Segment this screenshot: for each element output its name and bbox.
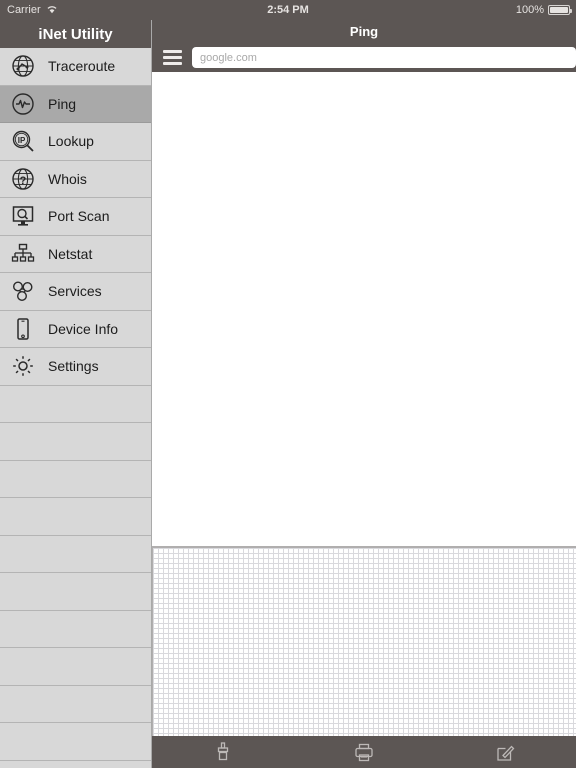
- sidebar-item-port-scan[interactable]: Port Scan: [0, 198, 151, 236]
- page-title: iNet Utility: [0, 20, 151, 48]
- phone-icon: [8, 314, 38, 344]
- sidebar-item-settings[interactable]: Settings: [0, 348, 151, 386]
- battery-percent-label: 100%: [515, 4, 544, 16]
- sidebar-empty-row: [0, 498, 151, 536]
- sidebar-item-label: Lookup: [48, 133, 94, 150]
- sidebar-empty-row: [0, 648, 151, 686]
- sidebar-item-label: Device Info: [48, 320, 119, 337]
- sidebar-nav-list: Traceroute Ping IP Lookup ? Whois Port S…: [0, 48, 151, 386]
- globe-route-icon: [8, 51, 38, 81]
- sidebar-empty-row: [0, 423, 151, 461]
- sidebar-item-services[interactable]: Services: [0, 273, 151, 311]
- sidebar-empty-row: [0, 685, 151, 723]
- address-placeholder: google.com: [200, 51, 257, 64]
- sidebar-item-label: Services: [48, 283, 102, 300]
- status-time: 2:54 PM: [267, 4, 309, 16]
- gear-icon: [8, 351, 38, 381]
- app-root: 2:54 PM Carrier 100% iNet Utility Tracer…: [0, 0, 576, 768]
- sidebar-item-lookup[interactable]: IP Lookup: [0, 123, 151, 161]
- address-toolbar: google.com: [152, 43, 576, 72]
- svg-text:?: ?: [20, 175, 27, 187]
- sidebar-item-whois[interactable]: ? Whois: [0, 160, 151, 198]
- sidebar-empty-row: [0, 723, 151, 761]
- status-bar-right: 100%: [515, 0, 572, 20]
- sidebar-item-ping[interactable]: Ping: [0, 85, 151, 123]
- bottom-toolbar: [152, 736, 576, 768]
- sidebar-item-label: Traceroute: [48, 58, 116, 75]
- status-bar-left: Carrier: [7, 0, 58, 20]
- sidebar: iNet Utility Traceroute Ping IP Lookup ?…: [0, 20, 152, 768]
- monitor-magnifier-icon: [8, 201, 38, 231]
- nav-title: Ping: [349, 24, 379, 39]
- clear-button[interactable]: [152, 736, 293, 768]
- ip-magnifier-icon: IP: [8, 126, 38, 156]
- sidebar-item-label: Port Scan: [48, 208, 110, 225]
- sidebar-item-label: Ping: [48, 95, 77, 112]
- sidebar-filler-rows: [0, 385, 151, 761]
- pulse-circle-icon: [8, 89, 38, 119]
- wifi-icon: [46, 4, 58, 17]
- sidebar-empty-row: [0, 460, 151, 498]
- globe-question-icon: ?: [8, 164, 38, 194]
- sidebar-item-label: Netstat: [48, 245, 93, 262]
- hamburger-icon[interactable]: [152, 43, 192, 72]
- main-pane: Ping google.com: [152, 20, 576, 768]
- sidebar-item-label: Whois: [48, 170, 87, 187]
- sidebar-empty-row: [0, 610, 151, 648]
- sidebar-empty-row: [0, 573, 151, 611]
- ping-graph-panel: [152, 546, 576, 736]
- carrier-label: Carrier: [7, 4, 41, 16]
- sidebar-empty-row: [0, 385, 151, 423]
- sidebar-empty-row: [0, 535, 151, 573]
- svg-text:IP: IP: [18, 136, 26, 145]
- sidebar-item-label: Settings: [48, 358, 99, 375]
- bonjour-cluster-icon: [8, 276, 38, 306]
- sidebar-item-device-info[interactable]: Device Info: [0, 310, 151, 348]
- status-bar: 2:54 PM Carrier 100%: [0, 0, 576, 20]
- print-button[interactable]: [293, 736, 434, 768]
- sidebar-item-traceroute[interactable]: Traceroute: [0, 48, 151, 86]
- network-tree-icon: [8, 239, 38, 269]
- address-input[interactable]: google.com: [192, 47, 576, 68]
- navigation-bar: Ping google.com: [152, 20, 576, 72]
- ping-output-area[interactable]: [152, 72, 576, 546]
- battery-full-icon: [548, 5, 572, 15]
- sidebar-item-netstat[interactable]: Netstat: [0, 235, 151, 273]
- compose-button[interactable]: [435, 736, 576, 768]
